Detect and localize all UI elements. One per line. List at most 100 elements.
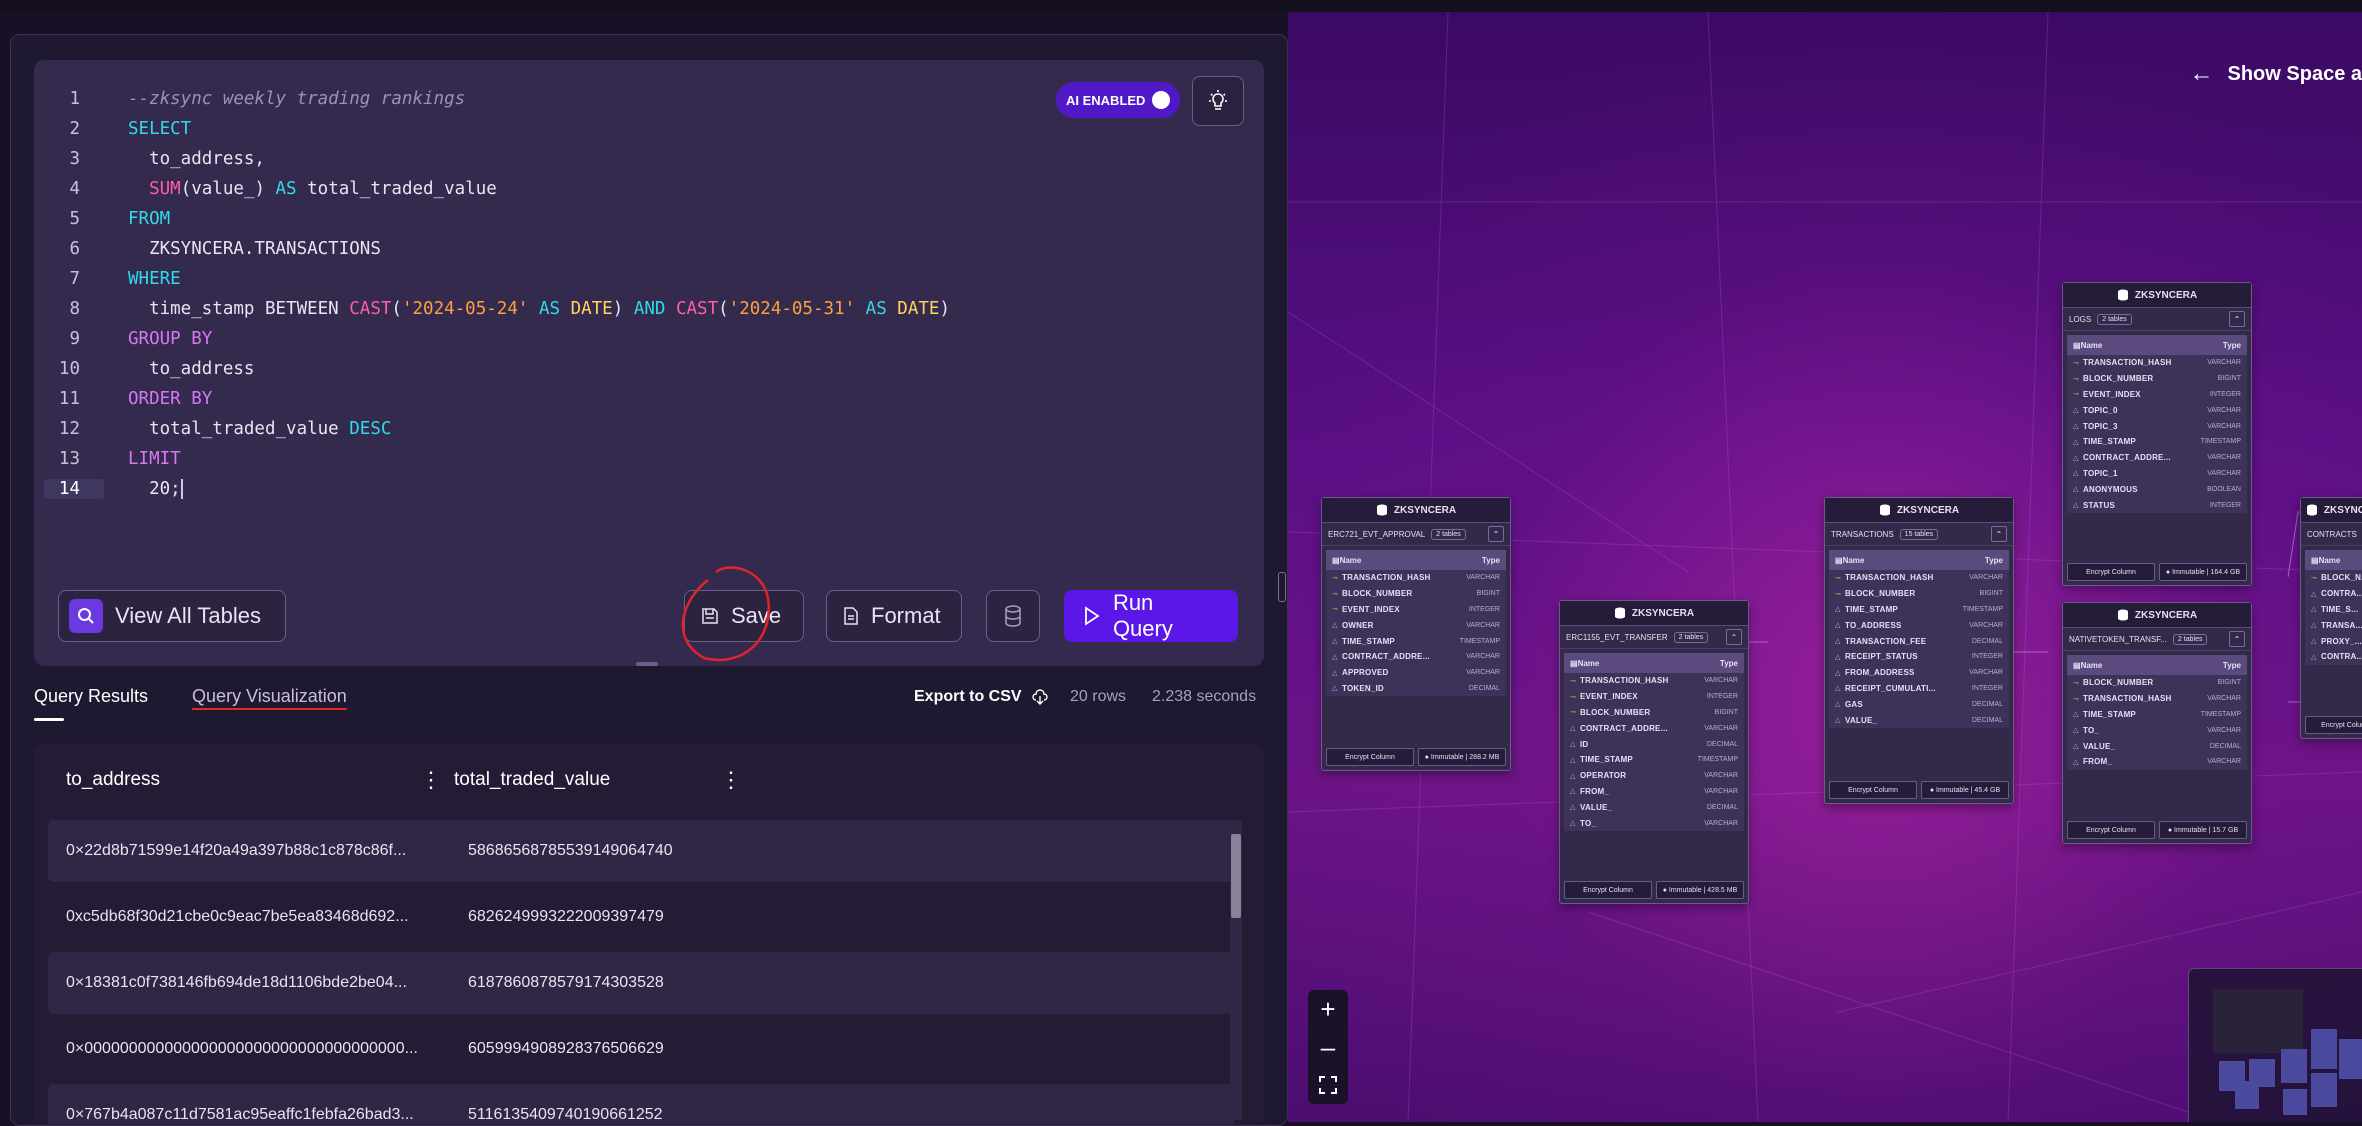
view-all-tables-button[interactable]: View All Tables [58, 590, 286, 642]
table-column-row[interactable]: ⊸EVENT_INDEXINTEGER [2067, 387, 2247, 403]
table-column-row[interactable]: △STATUSINTEGER [2067, 497, 2247, 513]
export-csv-button[interactable]: Export to CSV [914, 688, 1048, 706]
table-row[interactable]: 0×22d8b71599e14f20a49a397b88c1c878c86f..… [48, 820, 1234, 882]
table-column-row[interactable]: △ANONYMOUSBOOLEAN [2067, 481, 2247, 497]
table-column-row[interactable]: ⊸BLOCK_NUMBERBIGINT [1326, 586, 1506, 602]
schema-table-card[interactable]: ZKSYNCERATRANSACTIONS15 tables⌃▤NameType… [1824, 497, 2014, 804]
results-scrollbar[interactable] [1230, 820, 1242, 1120]
table-column-row[interactable]: △TOPIC_0VARCHAR [2067, 402, 2247, 418]
table-card-header[interactable]: ZKSYNCERA [2063, 603, 2251, 628]
run-query-button[interactable]: Run Query [1064, 590, 1238, 642]
table-column-row[interactable]: △FROM_VARCHAR [1564, 784, 1744, 800]
code-line[interactable]: 8 time_stamp BETWEEN CAST('2024-05-24' A… [34, 294, 1264, 324]
minimap[interactable] [2188, 968, 2362, 1122]
table-column-row[interactable]: △VALUE_DECIMAL [1829, 712, 2009, 728]
fit-view-button[interactable] [1308, 1066, 1348, 1104]
table-column-row[interactable]: △TIME_STAMPTIMESTAMP [2067, 434, 2247, 450]
table-column-row[interactable]: △IDDECIMAL [1564, 736, 1744, 752]
column-menu-icon[interactable]: ⋮ [420, 767, 442, 793]
table-column-row[interactable]: △TIME_STAMPTIMESTAMP [1829, 602, 2009, 618]
code-line[interactable]: 6 ZKSYNCERA.TRANSACTIONS [34, 234, 1264, 264]
code-line[interactable]: 13LIMIT [34, 444, 1264, 474]
code-line[interactable]: 4 SUM(value_) AS total_traded_value [34, 174, 1264, 204]
table-column-row[interactable]: △OWNERVARCHAR [1326, 617, 1506, 633]
code-line[interactable]: 9GROUP BY [34, 324, 1264, 354]
schema-table-card[interactable]: ZKSYNCERACONTRACTS⌃▤NameType⊸BLOCK_N...△… [2300, 497, 2362, 739]
collapse-icon[interactable]: ⌃ [1991, 526, 2007, 542]
table-column-row[interactable]: ⊸TRANSACTION_HASHVARCHAR [1326, 570, 1506, 586]
tab-query-visualization[interactable]: Query Visualization [192, 686, 347, 721]
table-column-row[interactable]: △VALUE_DECIMAL [2067, 738, 2247, 754]
table-column-row[interactable]: △GASDECIMAL [1829, 696, 2009, 712]
encrypt-column-button[interactable]: Encrypt Column [2067, 563, 2155, 581]
table-column-row[interactable]: △TIME_STAMPTIMESTAMP [2067, 707, 2247, 723]
table-column-row[interactable]: △TIME_STAMPTIMESTAMP [1326, 633, 1506, 649]
table-card-header[interactable]: ZKSYNCERA [1322, 498, 1510, 523]
schema-table-card[interactable]: ZKSYNCERANATIVETOKEN_TRANSF...2 tables⌃▤… [2062, 602, 2252, 844]
table-column-row[interactable]: △CONTRACT_ADDRE...VARCHAR [1564, 720, 1744, 736]
table-column-row[interactable]: ⊸BLOCK_NUMBERBIGINT [1564, 705, 1744, 721]
code-lines[interactable]: 1--zksync weekly trading rankings2SELECT… [34, 84, 1264, 504]
table-column-row[interactable]: △RECEIPT_STATUSINTEGER [1829, 649, 2009, 665]
code-line[interactable]: 5FROM [34, 204, 1264, 234]
table-column-row[interactable]: △PROXY_... [2305, 633, 2362, 649]
show-space-button[interactable]: ← Show Space a [2190, 60, 2362, 88]
table-row[interactable]: 0×18381c0f738146fb694de18d1106bde2be04..… [48, 952, 1234, 1014]
schema-table-card[interactable]: ZKSYNCERAERC721_EVT_APPROVAL2 tables⌃▤Na… [1321, 497, 1511, 771]
encrypt-column-button[interactable]: Encrypt Column [2067, 821, 2155, 839]
column-header-total-traded-value[interactable]: total_traded_value ⋮ [454, 769, 754, 791]
sql-editor[interactable]: 1--zksync weekly trading rankings2SELECT… [34, 60, 1264, 666]
table-column-row[interactable]: △TO_VARCHAR [1564, 815, 1744, 831]
table-card-header[interactable]: ZKSYNCERA [1825, 498, 2013, 523]
code-line[interactable]: 2SELECT [34, 114, 1264, 144]
table-column-row[interactable]: ⊸TRANSACTION_HASHVARCHAR [2067, 355, 2247, 371]
table-column-row[interactable]: △TOKEN_IDDECIMAL [1326, 681, 1506, 697]
table-column-row[interactable]: △FROM_VARCHAR [2067, 754, 2247, 770]
table-column-row[interactable]: △TOPIC_1VARCHAR [2067, 466, 2247, 482]
collapse-icon[interactable]: ⌃ [2229, 631, 2245, 647]
collapse-icon[interactable]: ⌃ [1488, 526, 1504, 542]
theme-button[interactable] [1192, 76, 1244, 126]
table-column-row[interactable]: ⊸BLOCK_NUMBERBIGINT [2067, 371, 2247, 387]
table-column-row[interactable]: ⊸TRANSACTION_HASHVARCHAR [1829, 570, 2009, 586]
table-column-row[interactable]: △TOPIC_3VARCHAR [2067, 418, 2247, 434]
encrypt-column-button[interactable]: Encrypt Column [1829, 781, 1917, 799]
collapse-icon[interactable]: ⌃ [2229, 311, 2245, 327]
table-column-row[interactable]: △OPERATORVARCHAR [1564, 768, 1744, 784]
code-line[interactable]: 3 to_address, [34, 144, 1264, 174]
database-button[interactable] [986, 590, 1040, 642]
table-row[interactable]: 0xc5db68f30d21cbe0c9eac7be5ea83468d692..… [48, 886, 1234, 948]
table-column-row[interactable]: △CONTRACT_ADDRE...VARCHAR [1326, 649, 1506, 665]
panel-drag-handle[interactable] [1278, 572, 1286, 602]
table-row[interactable]: 0×000000000000000000000000000000000000..… [48, 1018, 1234, 1080]
table-column-row[interactable]: △CONTRACT_ADDRE...VARCHAR [2067, 450, 2247, 466]
encrypt-column-button[interactable]: Encrypt Column [2305, 716, 2362, 734]
table-column-row[interactable]: △RECEIPT_CUMULATI...INTEGER [1829, 681, 2009, 697]
table-column-row[interactable]: △VALUE_DECIMAL [1564, 799, 1744, 815]
encrypt-column-button[interactable]: Encrypt Column [1564, 881, 1652, 899]
table-column-row[interactable]: △CONTRA... [2305, 649, 2362, 665]
schema-table-card[interactable]: ZKSYNCERALOGS2 tables⌃▤NameType⊸TRANSACT… [2062, 282, 2252, 586]
table-card-header[interactable]: ZKSYNCERA [2063, 283, 2251, 308]
zoom-out-button[interactable]: – [1308, 1028, 1348, 1066]
table-column-row[interactable]: △APPROVEDVARCHAR [1326, 665, 1506, 681]
code-line[interactable]: 7WHERE [34, 264, 1264, 294]
table-column-row[interactable]: △TIME_STAMPTIMESTAMP [1564, 752, 1744, 768]
table-column-row[interactable]: ⊸EVENT_INDEXINTEGER [1326, 602, 1506, 618]
schema-table-card[interactable]: ZKSYNCERAERC1155_EVT_TRANSFER2 tables⌃▤N… [1559, 600, 1749, 904]
table-column-row[interactable]: ⊸EVENT_INDEXINTEGER [1564, 689, 1744, 705]
editor-resize-handle[interactable] [636, 662, 658, 666]
table-column-row[interactable]: ⊸BLOCK_NUMBERBIGINT [2067, 675, 2247, 691]
collapse-icon[interactable]: ⌃ [1726, 629, 1742, 645]
table-column-row[interactable]: ⊸BLOCK_NUMBERBIGINT [1829, 586, 2009, 602]
zoom-in-button[interactable]: + [1308, 990, 1348, 1028]
code-line[interactable]: 12 total_traded_value DESC [34, 414, 1264, 444]
code-line[interactable]: 11ORDER BY [34, 384, 1264, 414]
tab-query-results[interactable]: Query Results [34, 686, 148, 721]
table-column-row[interactable]: △TIME_S... [2305, 602, 2362, 618]
table-column-row[interactable]: △TO_VARCHAR [2067, 722, 2247, 738]
table-column-row[interactable]: △CONTRA... [2305, 586, 2362, 602]
table-row[interactable]: 0×767b4a087c11d7581ac95eaffc1febfa26bad3… [48, 1084, 1234, 1124]
table-column-row[interactable]: ⊸TRANSACTION_HASHVARCHAR [1564, 673, 1744, 689]
encrypt-column-button[interactable]: Encrypt Column [1326, 748, 1414, 766]
